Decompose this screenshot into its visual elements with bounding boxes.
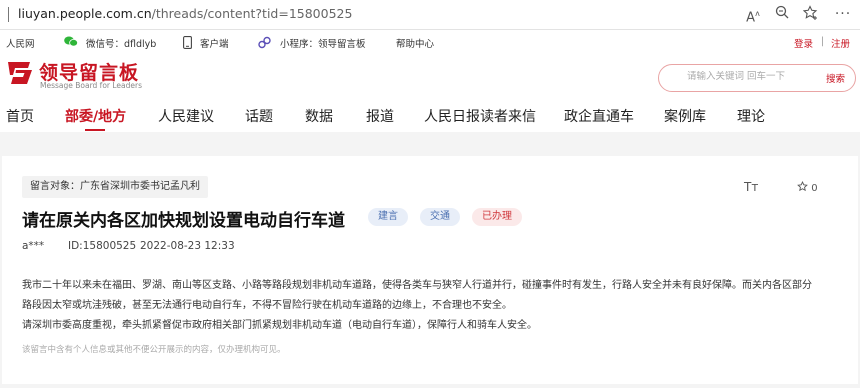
message-id: ID:15800525 [68, 240, 137, 252]
body-paragraph: 我市二十年以来未在福田、罗湖、南山等区支路、小路等路段规划非机动车道路，使得各类… [22, 280, 812, 291]
message-title: 请在原关内各区加快规划设置电动自行车道 [22, 211, 345, 231]
read-aloud-icon[interactable]: Aʌ [744, 5, 762, 25]
author-name: a*** [22, 240, 45, 252]
nav-case-library[interactable]: 案例库 [664, 106, 706, 126]
search-box: 搜索 [658, 64, 856, 92]
site-header: 领导留言板 Message Board for Leaders 搜索 [0, 54, 860, 100]
nav-gov-enterprise[interactable]: 政企直通车 [564, 106, 634, 126]
favorite-toggle[interactable]: 0 [797, 180, 818, 194]
favorite-add-icon[interactable] [802, 5, 820, 23]
nav-people-suggestions[interactable]: 人民建议 [158, 106, 214, 126]
body-paragraph: 请深圳市委高度重视，牵头抓紧督促市政府相关部门抓紧规划非机动车道（电动自行车道）… [22, 320, 537, 331]
nav-data[interactable]: 数据 [305, 106, 333, 126]
message-target: 留言对象：广东省深圳市委书记孟凡利 [22, 176, 208, 198]
nav-topics[interactable]: 话题 [245, 106, 273, 126]
zoom-icon[interactable] [773, 5, 791, 23]
people-link[interactable]: 人民网 [6, 36, 35, 50]
privacy-notice: 该留言中含有个人信息或其他不便公开展示的内容，仅办理机构可见。 [22, 345, 286, 355]
wechat-icon [64, 36, 79, 50]
font-size-icon[interactable]: Tт [744, 180, 758, 194]
tag-traffic[interactable]: 交通 [420, 208, 460, 226]
nav-home[interactable]: 首页 [6, 106, 34, 126]
mini-program-icon [258, 36, 271, 52]
nav-readers-letters[interactable]: 人民日报读者来信 [424, 106, 536, 126]
site-logo-subtitle: Message Board for Leaders [40, 81, 143, 90]
nav-ministries-local[interactable]: 部委/地方 [65, 106, 126, 126]
message-card: 留言对象：广东省深圳市委书记孟凡利 Tт 0 请在原关内各区加快规划设置电动自行… [2, 156, 858, 384]
message-body: 我市二十年以来未在福田、罗湖、南山等区支路、小路等路段规划非机动车道路，使得各类… [22, 276, 842, 336]
help-center-link[interactable]: 帮助中心 [396, 36, 434, 50]
body-paragraph: 路段因太窄或坑洼残破，甚至无法通行电动自行车，不得不冒险行驶在机动车道路的边缘上… [22, 300, 512, 311]
client-link[interactable]: 客户端 [200, 36, 229, 50]
star-count: 0 [811, 183, 818, 194]
post-date: 2022-08-23 12:33 [140, 240, 235, 252]
wechat-account[interactable]: 微信号：dfldlyb [86, 36, 156, 50]
top-utility-bar: 人民网 微信号：dfldlyb 客户端 小程序：领导留言板 帮助中心 登录 | … [0, 30, 860, 54]
search-input[interactable] [687, 71, 807, 82]
more-options-icon[interactable]: ··· [834, 5, 852, 23]
mini-program-link[interactable]: 小程序：领导留言板 [280, 36, 366, 50]
register-link[interactable]: 注册 [831, 36, 850, 50]
main-nav: 首页 部委/地方 人民建议 话题 数据 报道 人民日报读者来信 政企直通车 案例… [0, 100, 860, 132]
mobile-phone-icon [183, 36, 192, 52]
site-logo-icon[interactable] [6, 60, 34, 86]
topbar-divider: | [821, 36, 825, 47]
star-icon [797, 180, 811, 194]
url-path: /threads/content?tid=15800525 [151, 6, 353, 21]
tag-suggestion[interactable]: 建言 [368, 208, 408, 226]
address-separator [8, 7, 9, 22]
nav-theory[interactable]: 理论 [737, 106, 765, 126]
url-host: liuyan.people.com.cn [18, 6, 152, 21]
nav-reports[interactable]: 报道 [366, 106, 394, 126]
login-link[interactable]: 登录 [794, 36, 813, 50]
nav-active-indicator [85, 129, 105, 131]
url-field[interactable]: liuyan.people.com.cn/threads/content?tid… [18, 6, 352, 21]
status-badge: 已办理 [472, 208, 522, 226]
search-button[interactable]: 搜索 [826, 71, 845, 85]
browser-address-bar: liuyan.people.com.cn/threads/content?tid… [0, 0, 860, 30]
